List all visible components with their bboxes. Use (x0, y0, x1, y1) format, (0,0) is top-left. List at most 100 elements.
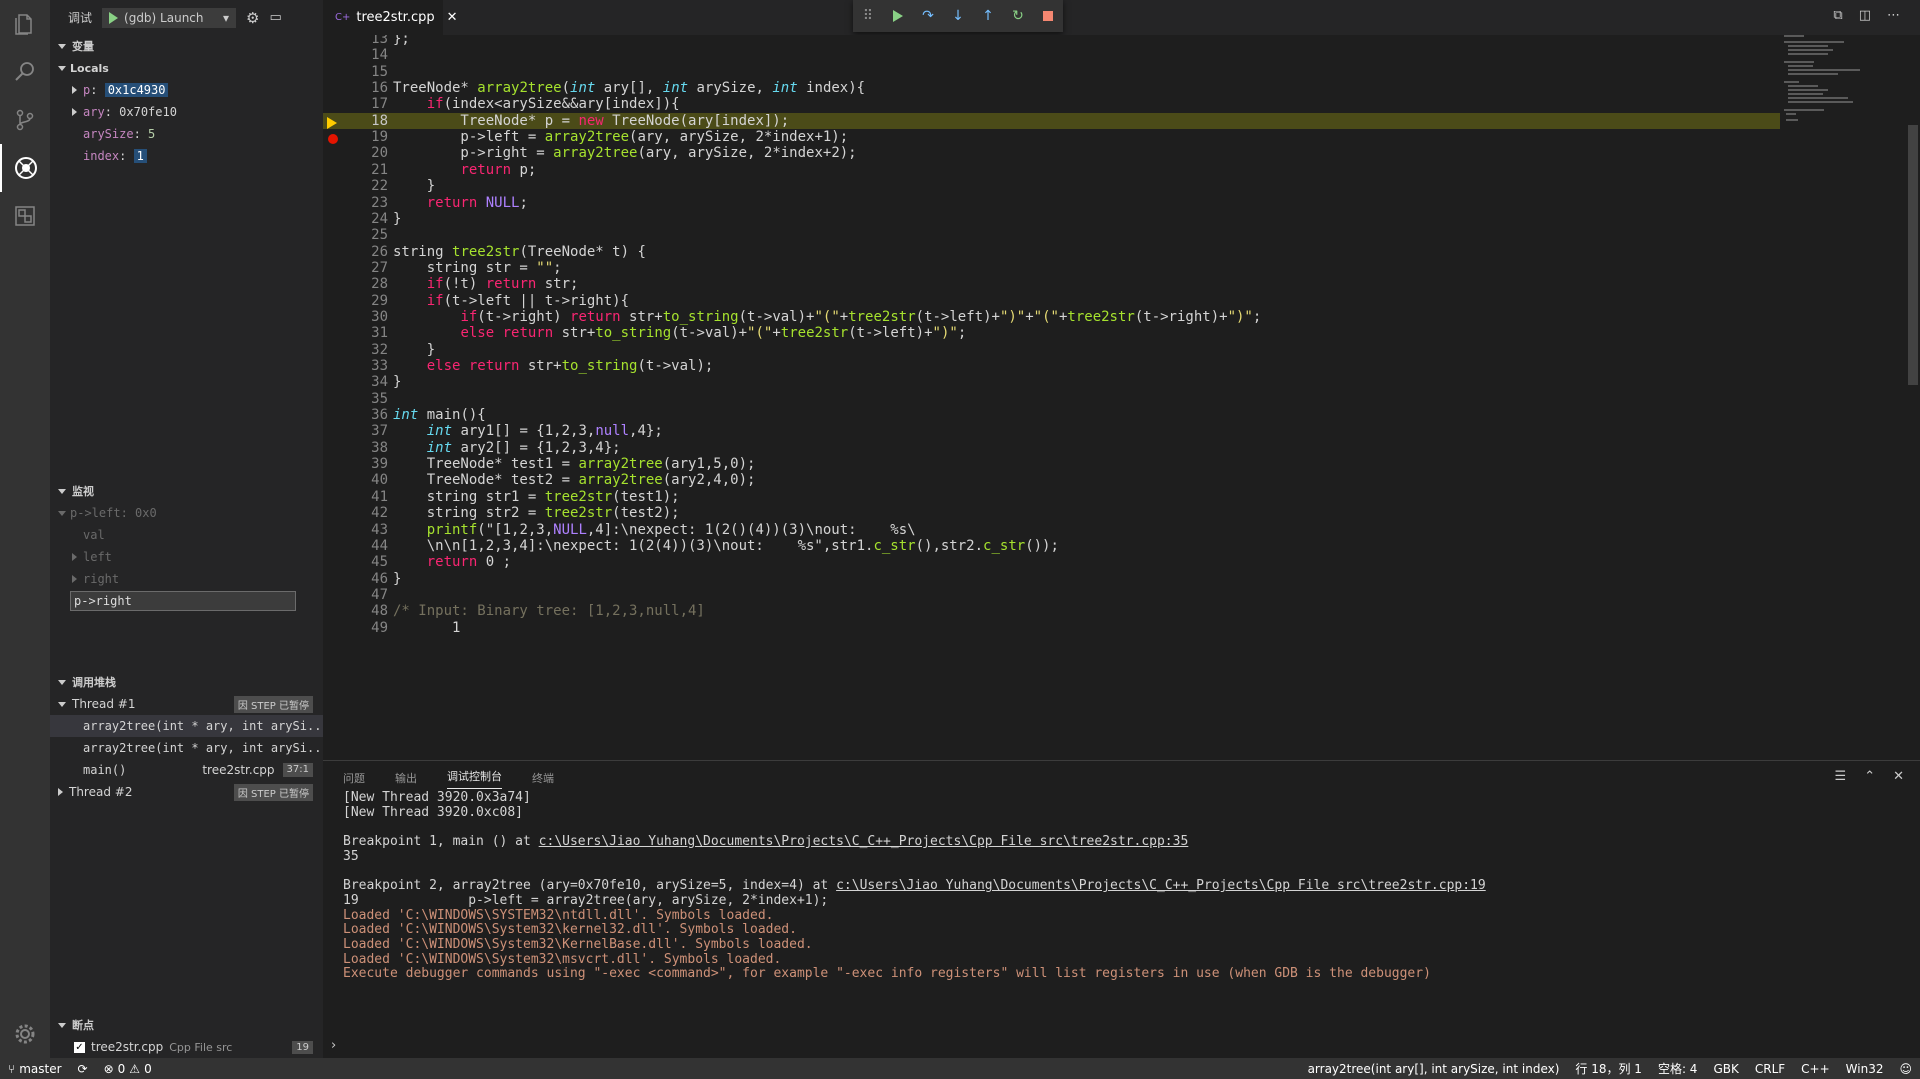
cursor-position[interactable]: 行 18，列 1 (1567, 1060, 1650, 1077)
debug-icon[interactable] (0, 144, 50, 192)
more-actions-icon[interactable]: ⋯ (1887, 8, 1900, 23)
stack-frame[interactable]: array2tree(int * ary, int arySi... (50, 715, 323, 737)
console-line: Breakpoint 2, array2tree (ary=0x70fe10, … (343, 878, 1903, 894)
search-icon[interactable] (0, 48, 50, 96)
feedback-smiley-icon[interactable]: ☺ (1891, 1062, 1920, 1076)
console-line: Breakpoint 1, main () at c:\Users\Jiao Y… (343, 834, 1903, 850)
expand-icon[interactable] (58, 788, 63, 796)
code-text: int ary1[] = {1,2,3,null,4}; (426, 423, 663, 440)
platform[interactable]: Win32 (1838, 1062, 1892, 1076)
files-icon[interactable] (0, 0, 50, 48)
expand-icon[interactable] (72, 553, 77, 561)
watch-header: 监视 (72, 485, 94, 498)
debug-console-output[interactable]: [New Thread 3920.0x3a74] [New Thread 3920… (343, 791, 1903, 1027)
expand-icon[interactable] (72, 575, 77, 583)
close-panel-icon[interactable]: ✕ (1893, 769, 1904, 784)
minimap[interactable] (1780, 35, 1860, 760)
debug-console-input[interactable]: › (323, 1031, 1920, 1059)
line-number: 17 (371, 96, 388, 113)
watch-child[interactable]: right (50, 568, 323, 590)
code-line: 47 (323, 587, 1783, 603)
problems-status[interactable]: ⊗ 0 ⚠ 0 (96, 1062, 160, 1076)
console-line: [New Thread 3920.0x3a74] (343, 791, 1903, 806)
chevron-down-icon[interactable]: ▾ (223, 11, 229, 25)
indentation[interactable]: 空格: 4 (1650, 1060, 1706, 1077)
current-function[interactable]: array2tree(int ary[], int arySize, int i… (1300, 1062, 1568, 1076)
console-text: Loaded 'C:\WINDOWS\SYSTEM32\ntdll.dll'. … (343, 907, 774, 923)
console-text: 19 p->left = array2tree(ary, arySize, 2*… (343, 892, 829, 908)
console-line: 35 (343, 849, 1903, 865)
line-number: 16 (371, 80, 388, 97)
watch-child[interactable]: left (50, 546, 323, 568)
branch-status[interactable]: ⑂ master (0, 1062, 70, 1076)
watch-item[interactable]: p->left: 0x0 (50, 502, 323, 524)
console-file-link[interactable]: c:\Users\Jiao Yuhang\Documents\Projects\… (836, 878, 1486, 893)
step-over-icon[interactable]: ↷ (919, 7, 937, 25)
clear-console-icon[interactable]: ☰ (1835, 769, 1847, 784)
step-into-icon[interactable]: ↓ (949, 7, 967, 25)
source-control-icon[interactable] (0, 96, 50, 144)
collapse-icon (58, 1022, 66, 1028)
breakpoint-icon[interactable] (328, 134, 338, 145)
tab-terminal[interactable]: 终端 (532, 770, 554, 786)
code-text: string str1 = tree2str(test1); (393, 488, 680, 505)
expand-icon[interactable] (72, 86, 77, 94)
expand-icon[interactable] (72, 108, 77, 116)
language-mode[interactable]: C++ (1793, 1062, 1838, 1076)
variable-row[interactable]: p: 0x1c4930 (50, 79, 323, 101)
code-text: if(index<arySize&&ary[index]){ (426, 96, 680, 113)
frame-name: array2tree(int * ary, int arySi... (83, 719, 323, 733)
tab-debug-console[interactable]: 调试控制台 (447, 768, 502, 789)
callstack-section-header[interactable]: 调用堆栈 (50, 671, 323, 693)
drag-handle-icon[interactable]: ⠿ (859, 7, 877, 25)
maximize-panel-icon[interactable]: ⌃ (1864, 769, 1875, 784)
breakpoints-section-header[interactable]: 断点 (50, 1014, 323, 1036)
checkbox-checked-icon[interactable]: ✓ (74, 1041, 85, 1053)
continue-icon[interactable] (889, 7, 907, 25)
watch-child[interactable]: val (50, 524, 323, 546)
watch-expression-input[interactable]: p->right (70, 591, 296, 611)
thread-row[interactable]: Thread #1 因 STEP 已暂停 (50, 693, 323, 715)
frame-name: array2tree(int * ary, int arySi... (83, 741, 323, 755)
step-out-icon[interactable]: ↑ (979, 7, 997, 25)
thread-row[interactable]: Thread #2 因 STEP 已暂停 (50, 781, 323, 803)
tab-output[interactable]: 输出 (395, 770, 417, 786)
stop-icon[interactable] (1039, 7, 1057, 25)
code-line: 22 } (323, 178, 1783, 194)
compare-icon[interactable]: ⧉ (1833, 8, 1842, 23)
start-debug-icon[interactable] (109, 11, 119, 24)
console-file-link[interactable]: c:\Users\Jiao Yuhang\Documents\Projects\… (539, 834, 1189, 849)
variable-value: 0x70fe10 (119, 105, 177, 119)
sync-icon[interactable]: ⟳ (70, 1062, 96, 1076)
breakpoint-item[interactable]: ✓ tree2str.cpp Cpp File src 19 (50, 1036, 323, 1058)
launch-config-select[interactable]: (gdb) Launch ▾ (102, 7, 237, 28)
scrollbar-thumb[interactable] (1908, 125, 1918, 385)
locals-scope[interactable]: Locals (50, 57, 323, 79)
settings-gear-icon[interactable] (0, 1010, 50, 1058)
variables-section-header[interactable]: 变量 (50, 35, 323, 57)
encoding[interactable]: GBK (1705, 1062, 1746, 1076)
current-line-arrow-icon[interactable] (327, 116, 337, 129)
editor-scrollbar[interactable] (1906, 35, 1920, 760)
restart-icon[interactable]: ↻ (1009, 7, 1027, 25)
panel-tabs: 问题 输出 调试控制台 终端 (323, 761, 1920, 795)
variable-row[interactable]: ary: 0x70fe10 (50, 101, 323, 123)
watch-section-header[interactable]: 监视 (50, 480, 323, 502)
variable-row[interactable]: index: 1 (50, 145, 323, 167)
stack-frame[interactable]: array2tree(int * ary, int arySi... (50, 737, 323, 759)
gear-icon[interactable]: ⚙ (246, 9, 259, 27)
close-icon[interactable]: ✕ (447, 10, 458, 25)
variable-row[interactable]: arySize: 5 (50, 123, 323, 145)
split-editor-icon[interactable]: ◫ (1859, 8, 1871, 23)
stack-frame[interactable]: main() tree2str.cpp 37:1 (50, 759, 323, 781)
line-number: 20 (371, 145, 388, 162)
terminal-icon[interactable]: ▭ (269, 10, 281, 25)
tab-tree2str[interactable]: C+ tree2str.cpp ✕ (323, 0, 458, 35)
extensions-icon[interactable] (0, 192, 50, 240)
code-line: 18 TreeNode* p = new TreeNode(ary[index]… (323, 112, 1783, 129)
tab-problems[interactable]: 问题 (343, 770, 365, 786)
line-ending[interactable]: CRLF (1747, 1062, 1793, 1076)
code-text: \n\n[1,2,3,4]:\nexpect: 1(2(4))(3)\nout:… (393, 537, 1059, 554)
warning-icon: ⚠ (129, 1061, 141, 1076)
code-editor[interactable]: 13}; 14 15 16 TreeNode* array2tree(int ary[]… (323, 35, 1920, 760)
